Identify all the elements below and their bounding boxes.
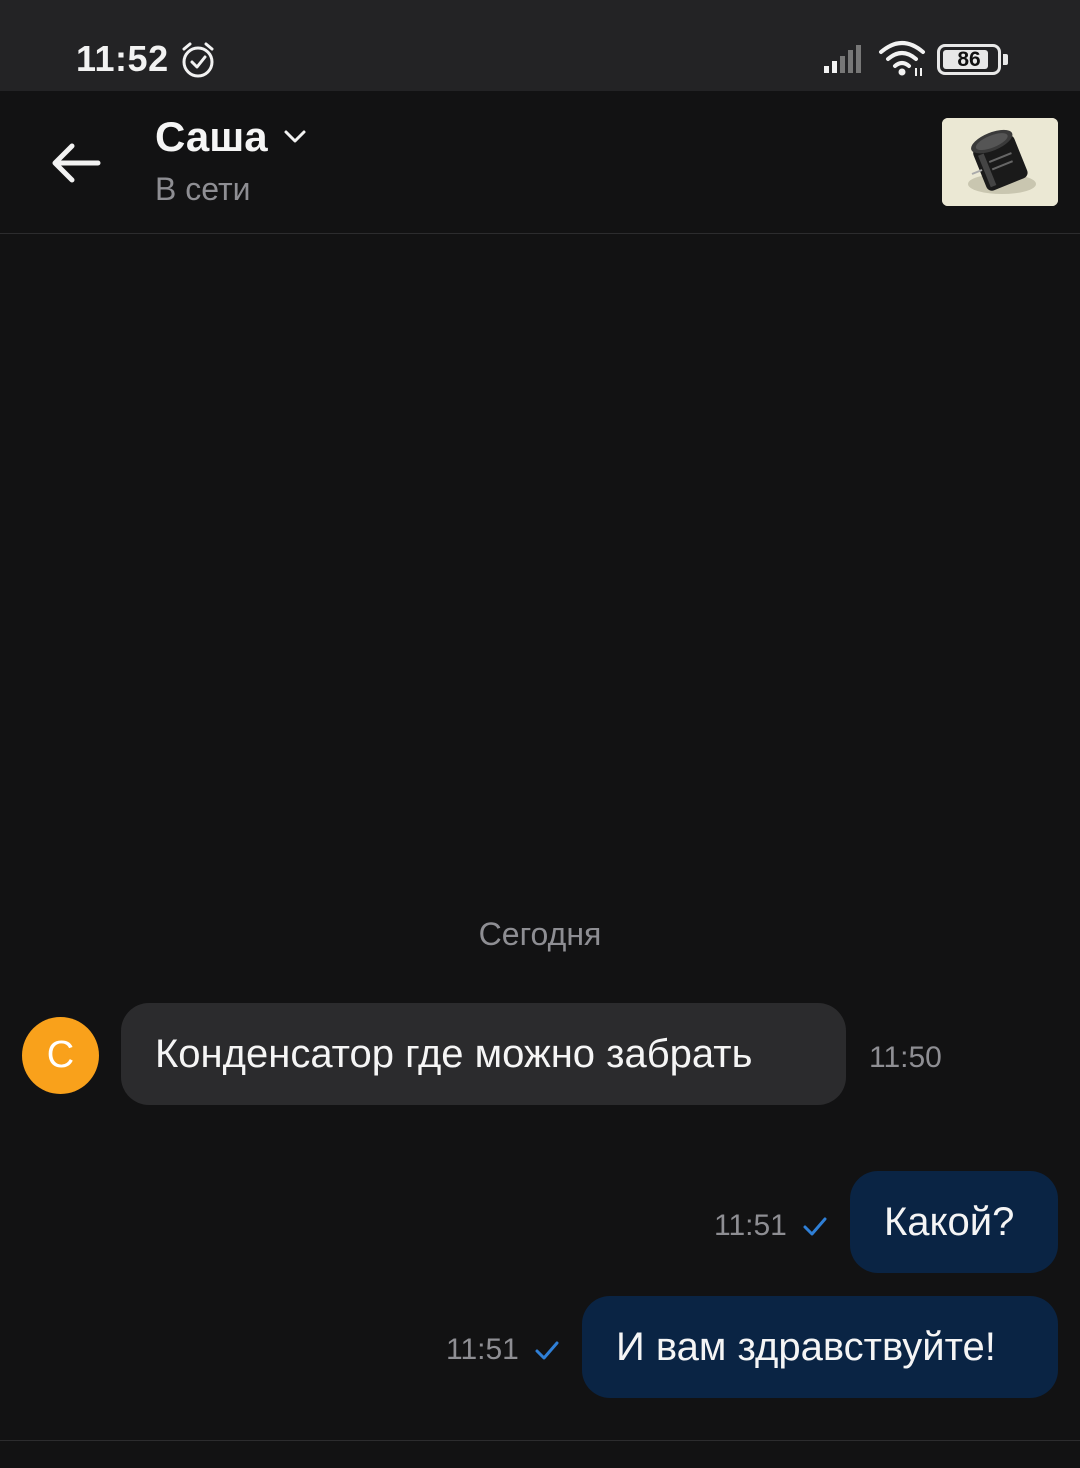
battery-level: 86: [957, 48, 981, 71]
status-time: 11:52: [76, 38, 169, 79]
message-bubble-incoming[interactable]: Конденсатор где можно забрать: [121, 1003, 846, 1105]
date-divider: Сегодня: [478, 916, 602, 952]
chat-screen: 11:52 86 Саша В сети Сегодня С Конденсат…: [0, 0, 1080, 1468]
capacitor-image: [942, 118, 1058, 206]
status-bar: 11:52 86: [0, 0, 1080, 91]
read-check-icon: [803, 1217, 827, 1236]
contact-status: В сети: [155, 171, 251, 207]
alarm-icon: [182, 42, 214, 78]
avatar[interactable]: С: [22, 1017, 99, 1094]
message-time: 11:51: [714, 1209, 787, 1242]
back-arrow-icon[interactable]: [44, 137, 108, 189]
chat-header: Саша В сети: [0, 91, 1080, 234]
battery-icon: 86: [937, 44, 1009, 75]
divider: [0, 1440, 1080, 1441]
cellular-signal-icon: [824, 45, 861, 73]
contact-info[interactable]: Саша В сети: [155, 113, 308, 208]
message-time: 11:50: [869, 1041, 942, 1074]
contact-name: Саша: [155, 113, 268, 160]
wifi-icon: [879, 41, 925, 76]
battery-tip: [1003, 54, 1008, 65]
message-bubble-outgoing[interactable]: Какой?: [850, 1171, 1058, 1273]
listing-thumbnail[interactable]: [942, 118, 1058, 206]
message-bubble-outgoing[interactable]: И вам здравствуйте!: [582, 1296, 1058, 1398]
chevron-down-icon: [284, 130, 306, 143]
read-check-icon: [535, 1341, 559, 1360]
message-time: 11:51: [446, 1333, 519, 1366]
